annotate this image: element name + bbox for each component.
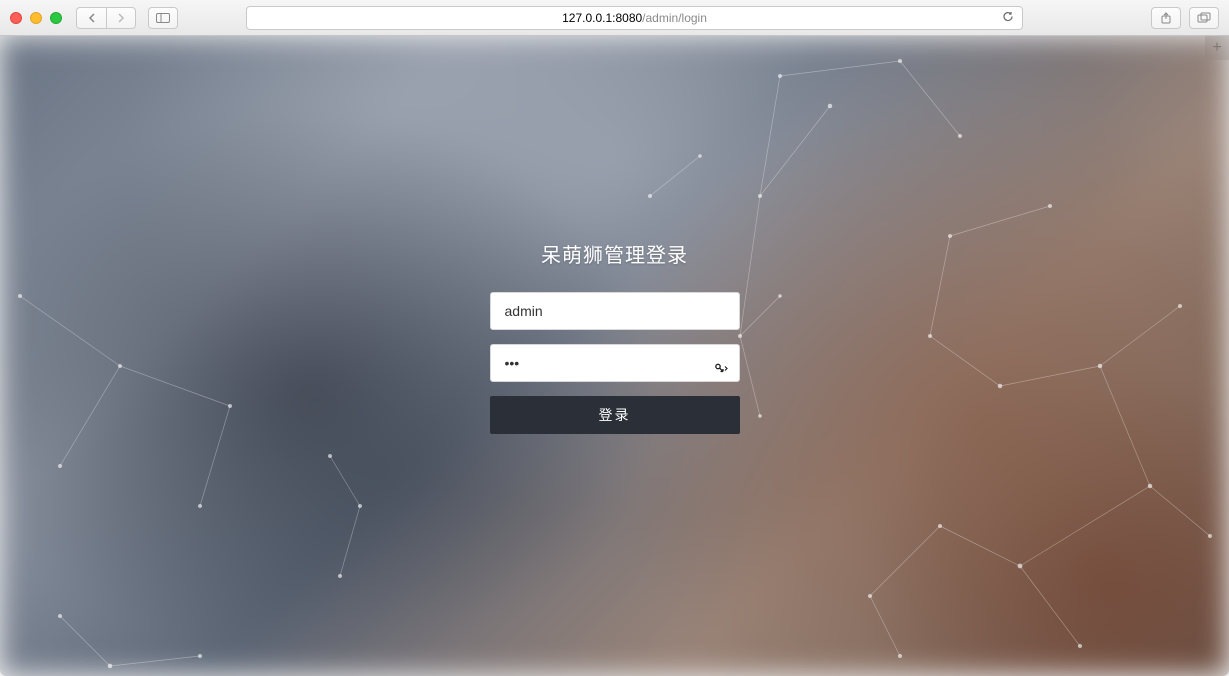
- login-title: 呆萌狮管理登录: [541, 239, 688, 268]
- share-button[interactable]: [1151, 7, 1181, 29]
- username-input[interactable]: [490, 292, 740, 330]
- login-form: 呆萌狮管理登录 登录: [485, 239, 745, 434]
- nav-back-forward: [76, 7, 136, 29]
- sidebar-toggle-button[interactable]: [148, 7, 178, 29]
- password-input[interactable]: [490, 344, 740, 382]
- browser-toolbar: 127.0.0.1:8080/admin/login: [0, 0, 1229, 36]
- url-path: /admin/login: [642, 11, 707, 25]
- url-host: 127.0.0.1:8080: [562, 11, 642, 25]
- address-bar[interactable]: 127.0.0.1:8080/admin/login: [246, 6, 1023, 30]
- back-button[interactable]: [76, 7, 106, 29]
- minimize-window-icon[interactable]: [30, 12, 42, 24]
- tabs-button[interactable]: [1189, 7, 1219, 29]
- maximize-window-icon[interactable]: [50, 12, 62, 24]
- toolbar-right: [1151, 7, 1219, 29]
- forward-button[interactable]: [106, 7, 136, 29]
- page-viewport: 呆萌狮管理登录 登录: [0, 36, 1229, 676]
- close-window-icon[interactable]: [10, 12, 22, 24]
- login-button[interactable]: 登录: [490, 396, 740, 434]
- reload-icon[interactable]: [1002, 10, 1014, 25]
- window-controls: [10, 12, 62, 24]
